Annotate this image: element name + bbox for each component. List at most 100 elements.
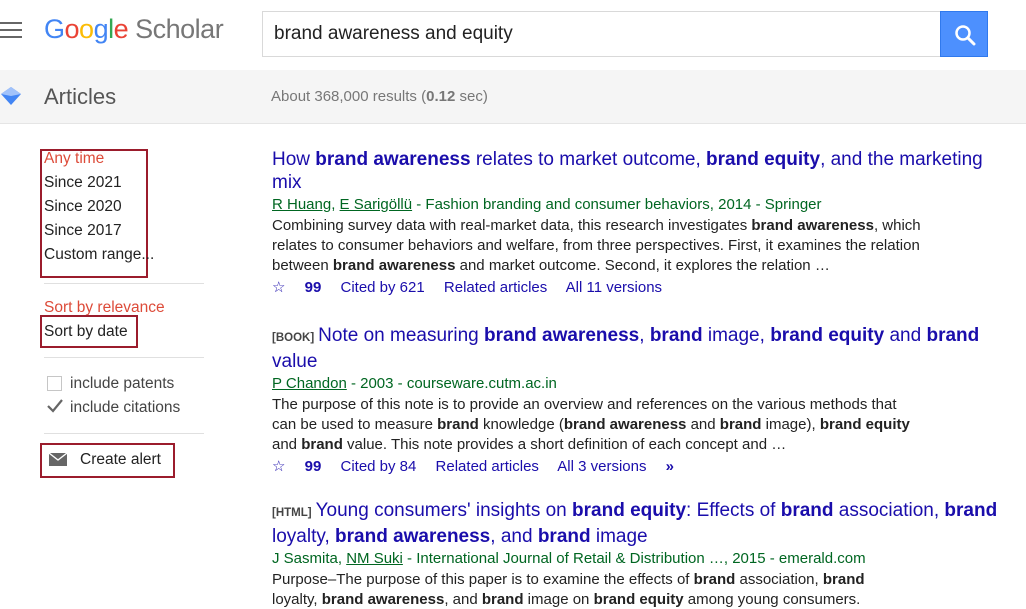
result-snippet: The purpose of this note is to provide a… [272,395,922,455]
highlighted-term: brand [301,436,343,453]
result-actions: ☆ 99 Cited by 84 Related articles All 3 … [272,456,1012,478]
author-link[interactable]: R Huang [272,196,331,213]
result-type-tag: [BOOK] [272,332,315,344]
result-title-text[interactable]: Young consumers' insights on brand equit… [272,500,997,547]
result-title[interactable]: How brand awareness relates to market ou… [272,148,1012,194]
highlighted-term: brand equity [706,149,821,170]
result-title[interactable]: [BOOK] Note on measuring brand awareness,… [272,324,1012,373]
highlighted-term: brand awareness [321,591,445,608]
author-link[interactable]: P Chandon [272,375,347,392]
filter-any-time[interactable]: Any time [44,150,104,168]
more-chevron-icon[interactable]: » [666,458,674,475]
author-text: - Fashion branding and consumer behavior… [412,196,822,213]
header: Google Scholar [0,0,1026,70]
results-count: About 368,000 results (0.12 sec) [271,88,488,105]
text-segment: , and [444,591,482,608]
text-segment: image [590,526,648,547]
related-articles-link[interactable]: Related articles [436,458,539,475]
filter-since-2020[interactable]: Since 2020 [44,198,122,216]
text-segment: among young consumers. [683,591,861,608]
highlighted-term: brand equity [770,325,885,346]
search-box [262,11,942,57]
filter-custom-range[interactable]: Custom range... [44,246,154,264]
author-link[interactable]: E Sarigöllü [340,196,413,213]
results-suffix: sec) [455,88,488,105]
highlighted-term: brand equity [593,591,684,608]
search-button[interactable] [940,11,988,57]
highlighted-term: brand awareness [315,149,471,170]
highlighted-term: brand [926,325,980,346]
search-input[interactable] [263,12,939,56]
author-link[interactable]: NM Suki [346,550,403,567]
text-segment: and [272,436,302,453]
highlighted-term: brand equity [572,500,687,521]
highlighted-term: brand awareness [332,257,456,274]
create-alert-button[interactable]: Create alert [80,451,161,469]
highlighted-term: brand [481,591,524,608]
highlighted-term: brand [780,500,834,521]
cited-by-link[interactable]: Cited by 621 [340,279,424,296]
highlighted-term: brand [719,416,762,433]
text-segment: Young consumers' insights on [315,500,573,521]
sort-by-date[interactable]: Sort by date [44,323,128,341]
highlighted-term: brand awareness [335,526,491,547]
highlighted-term: brand [822,571,865,588]
highlighted-term: brand [693,571,736,588]
sidebar-divider [44,357,204,358]
filter-since-2017[interactable]: Since 2017 [44,222,122,240]
logo-letter: o [64,14,80,44]
cite-quote-icon[interactable]: 99 [305,279,322,296]
logo-letter: e [113,14,129,44]
result-title[interactable]: [HTML] Young consumers' insights on brand… [272,499,1012,548]
logo-letter: g [93,14,109,44]
search-result: [HTML] Young consumers' insights on brand… [272,499,1012,609]
logo-letter: o [79,14,94,44]
versions-link[interactable]: All 3 versions [557,458,646,475]
text-segment: : Effects of [686,500,781,521]
save-star-icon[interactable]: ☆ [272,279,285,296]
checkmark-icon[interactable] [46,398,64,414]
author-text: , [331,196,340,213]
include-patents-label: include patents [70,375,175,392]
text-segment: Note on measuring [318,325,484,346]
highlighted-term: brand [537,526,591,547]
results-time: 0.12 [426,88,456,105]
text-segment: loyalty, [272,526,336,547]
filter-since-2021[interactable]: Since 2021 [44,174,122,192]
include-patents-checkbox[interactable] [47,376,62,391]
result-snippet: Combining survey data with real-market d… [272,216,932,276]
related-articles-link[interactable]: Related articles [444,279,547,296]
highlighted-term: brand [437,416,479,433]
highlighted-term: brand [649,325,703,346]
highlighted-term: brand awareness [563,416,687,433]
results-prefix: About 368,000 results ( [271,88,427,105]
result-actions: ☆ 99 Cited by 621 Related articles All 1… [272,277,1012,299]
cite-quote-icon[interactable]: 99 [305,458,322,475]
articles-icon [1,87,21,105]
highlighted-term: brand equity [819,416,910,433]
text-segment: and [686,416,720,433]
menu-icon[interactable] [0,22,22,40]
text-segment: relates to market outcome, [470,149,707,170]
text-segment: and market outcome. Second, it explores … [455,257,830,274]
section-label: Articles [44,84,117,109]
google-scholar-logo[interactable]: Google Scholar [44,14,224,45]
cited-by-link[interactable]: Cited by 84 [340,458,416,475]
author-text: - International Journal of Retail & Dist… [402,550,866,567]
result-authors: P Chandon - 2003 - courseware.cutm.ac.in [272,373,1012,394]
highlighted-term: brand awareness [484,325,640,346]
text-segment: image), [761,416,820,433]
text-segment: value [272,351,318,372]
result-title-text[interactable]: Note on measuring brand awareness, brand… [272,325,979,372]
text-segment: value. This note provides a short defini… [342,436,787,453]
text-segment: , [639,325,650,346]
text-segment: loyalty, [272,591,322,608]
versions-link[interactable]: All 11 versions [566,279,662,296]
text-segment: association, [735,571,823,588]
text-segment: image on [523,591,594,608]
sidebar-divider [44,283,204,284]
text-segment: association, [833,500,945,521]
save-star-icon[interactable]: ☆ [272,458,285,475]
logo-letter: G [44,14,65,44]
highlighted-term: brand [944,500,998,521]
